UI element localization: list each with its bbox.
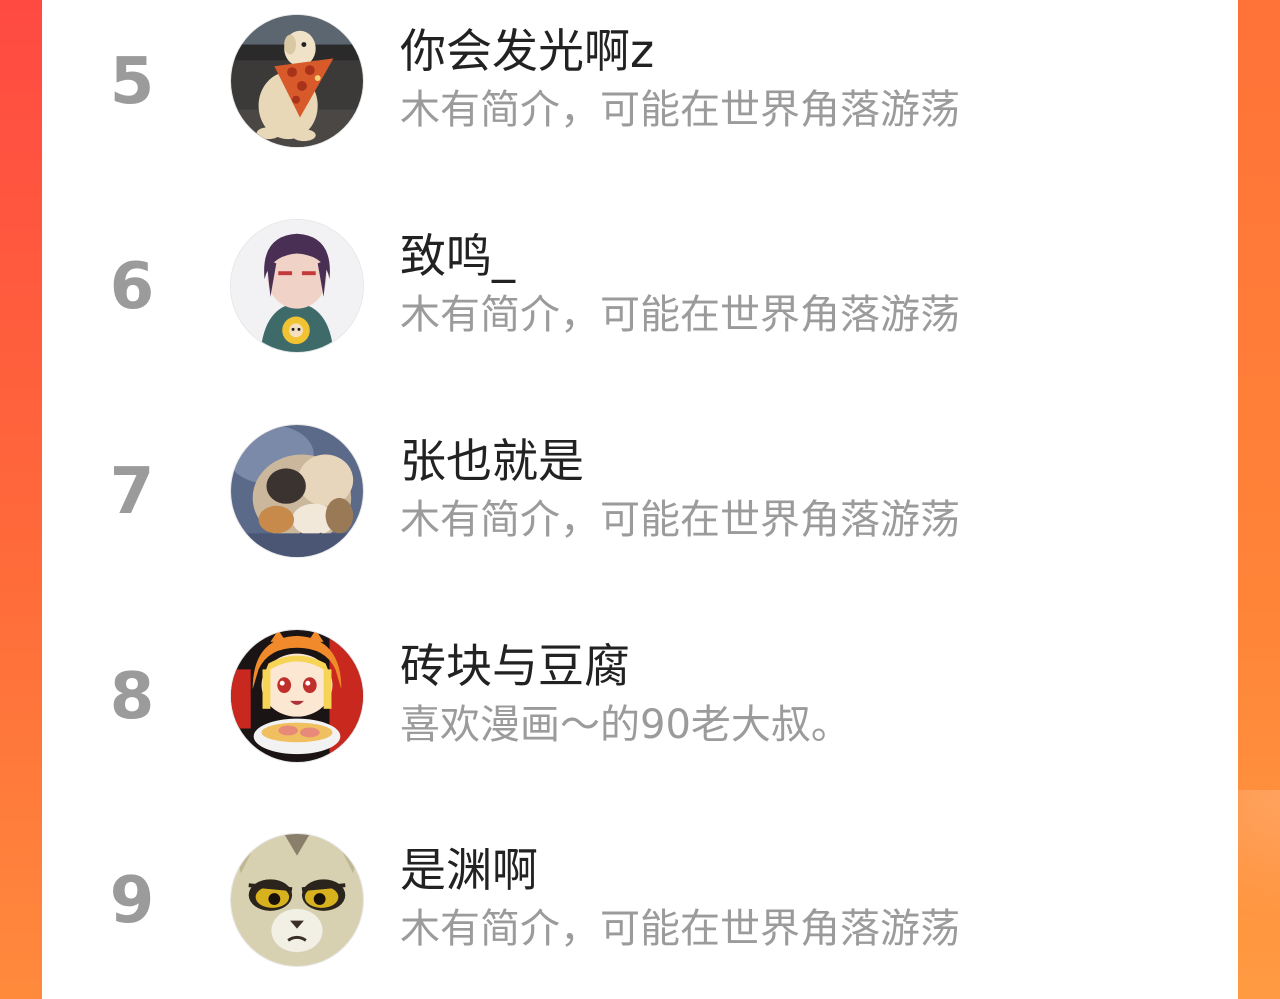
- user-name[interactable]: 你会发光啊z: [400, 20, 654, 82]
- ranking-row[interactable]: 6 致鸣_ 木有简介，可能在世界角落游荡: [42, 213, 1238, 363]
- background-right-strip: [1238, 0, 1280, 999]
- anime-girl-flower-avatar-icon[interactable]: [230, 219, 364, 353]
- user-name[interactable]: 是渊啊: [400, 839, 538, 901]
- rank-number: 9: [109, 864, 155, 938]
- user-bio: 木有简介，可能在世界角落游荡: [400, 497, 960, 543]
- user-bio: 喜欢漫画～的90老大叔。: [400, 702, 851, 748]
- ranking-row[interactable]: 5 你会发光啊z 木有简介，可能在世界角落游荡: [42, 8, 1238, 158]
- rank-number: 8: [109, 660, 155, 734]
- calico-cat-avatar-icon[interactable]: [230, 424, 364, 558]
- umaru-ramen-avatar-icon[interactable]: [230, 629, 364, 763]
- ranking-row[interactable]: 7 张也就是 木有简介，可能在世界角落游荡: [42, 418, 1238, 568]
- ranking-row[interactable]: 8 砖块与豆腐 喜欢漫画～的90老大叔。: [42, 623, 1238, 773]
- ranking-row[interactable]: 9 是渊啊 木有简介，可能在世界角落游荡: [42, 827, 1238, 977]
- user-name[interactable]: 张也就是: [400, 430, 584, 492]
- rank-number: 5: [109, 45, 155, 119]
- grumpy-cat-cartoon-avatar-icon[interactable]: [230, 833, 364, 967]
- user-bio: 木有简介，可能在世界角落游荡: [400, 292, 960, 338]
- user-bio: 木有简介，可能在世界角落游荡: [400, 906, 960, 952]
- ranking-list-card: 5 你会发光啊z 木有简介，可能在世界角落游荡 6 致鸣_ 木有简介，可能在世界…: [42, 0, 1238, 999]
- user-name[interactable]: 致鸣_: [400, 225, 515, 287]
- rank-number: 6: [109, 250, 155, 324]
- rank-number: 7: [109, 455, 155, 529]
- user-name[interactable]: 砖块与豆腐: [400, 635, 630, 697]
- user-bio: 木有简介，可能在世界角落游荡: [400, 87, 960, 133]
- dog-pizza-avatar-icon[interactable]: [230, 14, 364, 148]
